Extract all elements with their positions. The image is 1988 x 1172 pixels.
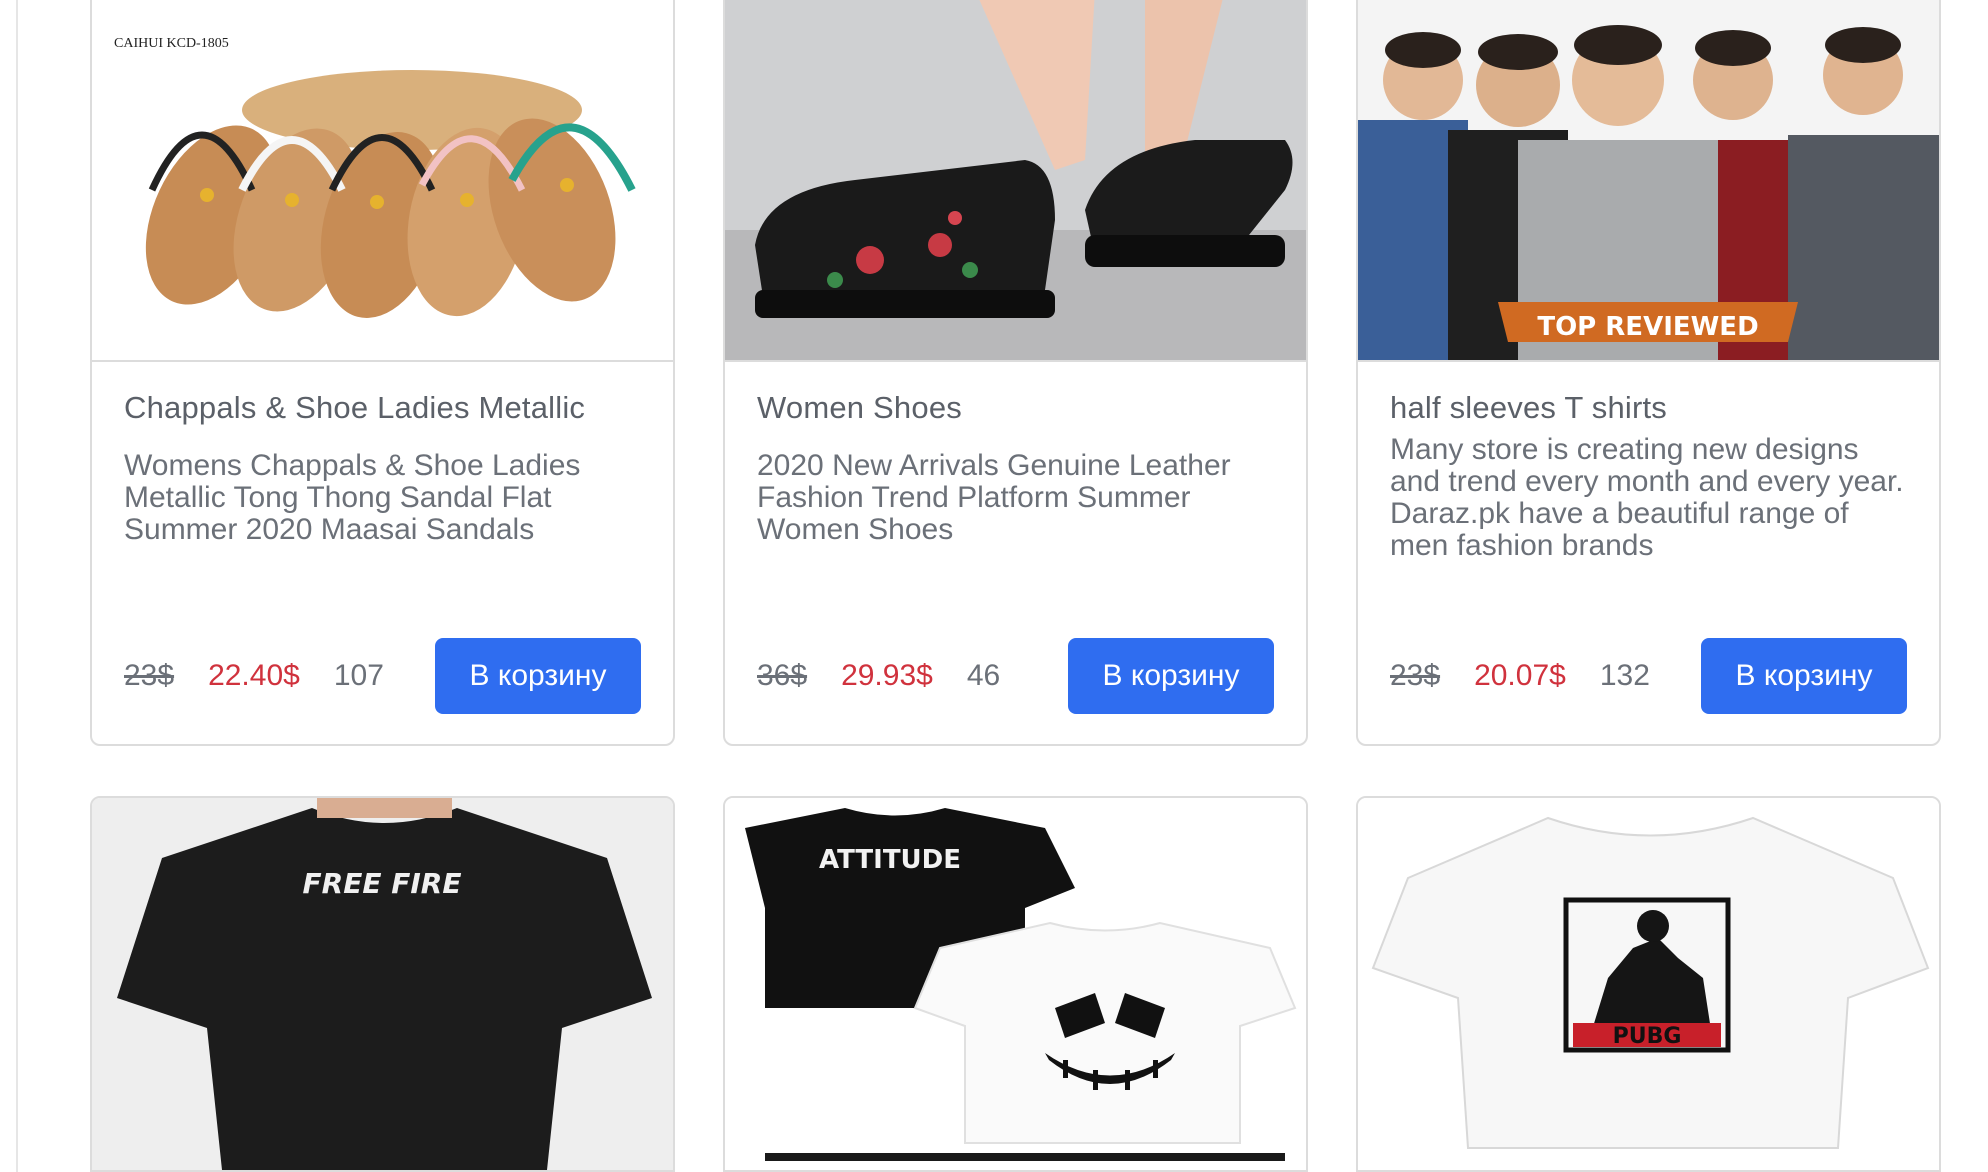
product-title: Women Shoes xyxy=(757,390,962,425)
image-label: TOP REVIEWED xyxy=(1537,312,1758,342)
product-image[interactable]: PUBG xyxy=(1358,798,1939,1172)
price-row: 36$ 29.93$ 46 В корзину xyxy=(757,638,1274,714)
price-row: 23$ 22.40$ 107 В корзину xyxy=(124,638,641,714)
image-label: ATTITUDE xyxy=(819,845,961,875)
product-card: CAIHUI KCD-1805 Chappals & Shoe Ladies M… xyxy=(90,0,675,746)
old-price: 23$ xyxy=(124,659,175,692)
add-to-cart-button[interactable]: В корзину xyxy=(1701,638,1907,714)
price-row: 23$ 20.07$ 132 В корзину xyxy=(1390,638,1907,714)
product-image[interactable] xyxy=(725,0,1306,362)
old-price: 36$ xyxy=(757,659,808,692)
add-to-cart-button[interactable]: В корзину xyxy=(435,638,641,714)
product-card: ATTITUDE xyxy=(723,796,1308,1172)
add-to-cart-button[interactable]: В корзину xyxy=(1068,638,1274,714)
product-card: TOP REVIEWED half sleeves T shirts Many … xyxy=(1356,0,1941,746)
product-title: half sleeves T shirts xyxy=(1390,390,1668,425)
image-label: FREE FIRE xyxy=(303,867,462,900)
sale-price: 20.07$ xyxy=(1474,659,1566,692)
image-label: PUBG xyxy=(1613,1024,1682,1049)
stock-count: 107 xyxy=(333,659,384,692)
image-label: CAIHUI KCD-1805 xyxy=(114,36,229,51)
product-title: Chappals & Shoe Ladies Metallic xyxy=(124,390,586,425)
left-border-line xyxy=(16,0,18,1172)
product-image[interactable]: FREE FIRE xyxy=(92,798,673,1172)
product-description: 2020 New Arrivals Genuine Leather Fashio… xyxy=(757,449,1231,546)
product-card: FREE FIRE xyxy=(90,796,675,1172)
product-grid-page: CAIHUI KCD-1805 Chappals & Shoe Ladies M… xyxy=(0,0,1988,1172)
sale-price: 22.40$ xyxy=(208,659,300,692)
product-image[interactable]: TOP REVIEWED xyxy=(1358,0,1939,362)
product-description: Many store is creating new designs and t… xyxy=(1390,433,1904,562)
product-image[interactable]: ATTITUDE xyxy=(725,798,1306,1172)
product-card: PUBG xyxy=(1356,796,1941,1172)
stock-count: 46 xyxy=(966,659,1001,692)
product-image[interactable]: CAIHUI KCD-1805 xyxy=(92,0,673,362)
sale-price: 29.93$ xyxy=(841,659,933,692)
product-card: Women Shoes 2020 New Arrivals Genuine Le… xyxy=(723,0,1308,746)
product-description: Womens Chappals & Shoe Ladies Metallic T… xyxy=(124,449,581,546)
old-price: 23$ xyxy=(1390,659,1441,692)
stock-count: 132 xyxy=(1599,659,1650,692)
